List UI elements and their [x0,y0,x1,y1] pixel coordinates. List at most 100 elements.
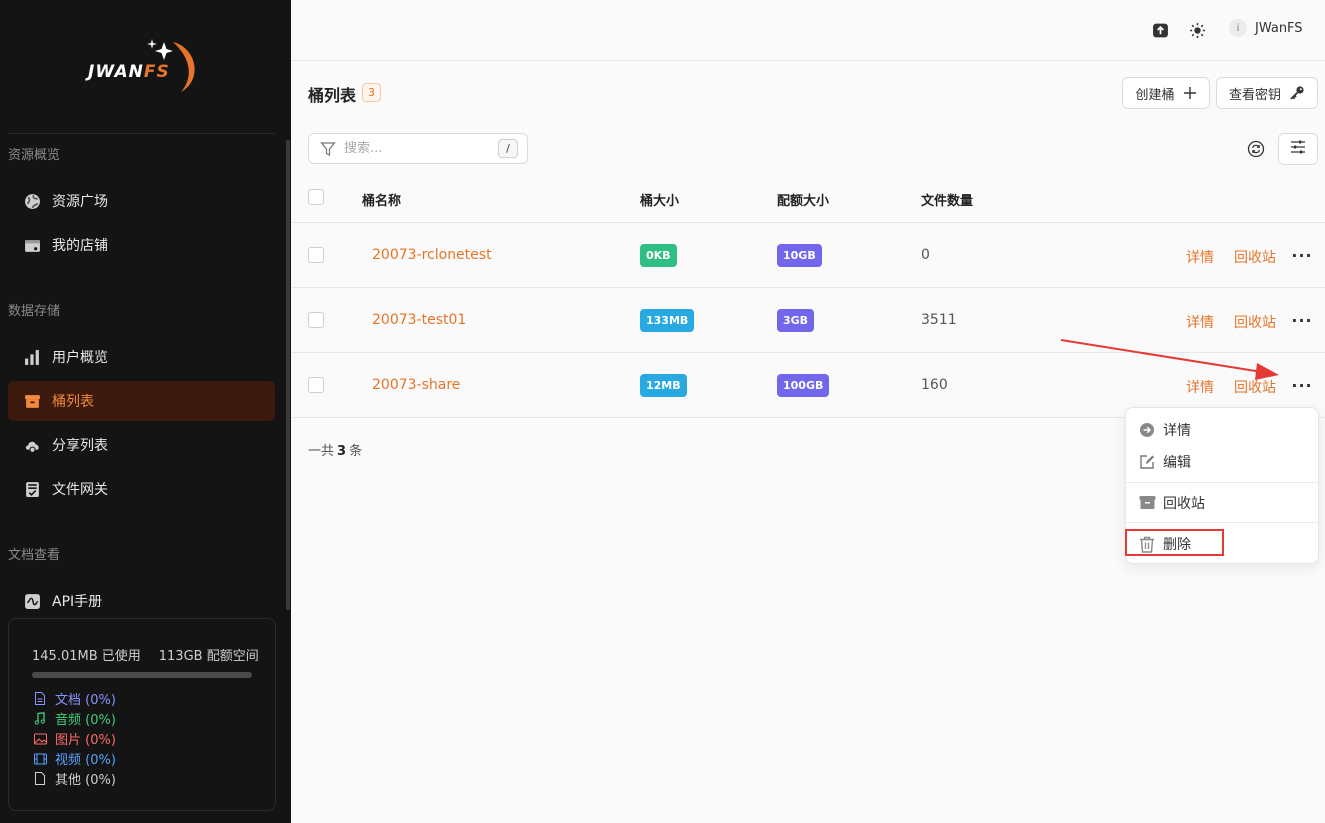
sidebar-item-resource-square[interactable]: 资源广场 [8,181,275,221]
recycle-bin-link[interactable]: 回收站 [1234,312,1276,332]
menu-divider [1126,522,1318,523]
detail-link[interactable]: 详情 [1186,377,1214,397]
search-input[interactable] [344,141,484,156]
row-checkbox[interactable] [308,377,324,393]
sidebar: JWANFS 资源概览 资源广场 我的店铺 数据存储 用户概览 桶列表 分享列表 [0,0,291,823]
menu-divider [1126,482,1318,483]
menu-item-edit[interactable]: 编辑 [1138,452,1191,472]
more-actions-icon[interactable]: ··· [1291,245,1311,265]
recycle-bin-link[interactable]: 回收站 [1234,247,1276,267]
section-title-overview: 资源概览 [8,148,61,163]
menu-item-label: 编辑 [1163,455,1191,471]
menu-item-label: 回收站 [1163,496,1205,512]
detail-link[interactable]: 详情 [1186,312,1214,332]
file-icon [33,772,47,786]
detail-link[interactable]: 详情 [1186,247,1214,267]
column-header-size[interactable]: 桶大小 [640,190,679,209]
bucket-count-badge: 3 [362,83,381,102]
table-row: 20073-test01 133MB 3GB 3511 详情 回收站 ··· [291,288,1325,353]
create-bucket-label: 创建桶 [1135,87,1175,103]
sidebar-item-label: 文件网关 [52,482,108,498]
top-bar: i JWanFS [291,0,1325,61]
storage-used: 145.01MB 已使用 [32,649,141,664]
storage-usage-card: 145.01MB 已使用 113GB 配额空间 文档 (0%) 音频 (0%) 图… [8,618,276,811]
table-row: 20073-rclonetest 0KB 10GB 0 详情 回收站 ··· [291,223,1325,288]
menu-item-detail[interactable]: 详情 [1138,420,1191,440]
column-header-quota[interactable]: 配额大小 [777,190,829,209]
menu-item-recycle-bin[interactable]: 回收站 [1138,493,1205,513]
sidebar-item-label: 我的店铺 [52,238,108,254]
sidebar-item-label: 用户概览 [52,350,108,366]
section-title-storage: 数据存储 [8,304,61,319]
more-actions-icon[interactable]: ··· [1291,310,1311,330]
storage-type-other: 其他 (0%) [33,769,116,788]
sidebar-divider [8,133,275,134]
image-icon [33,732,47,746]
total-count: 3 [337,444,347,459]
quota-size-tag: 3GB [777,309,815,332]
bucket-name-link[interactable]: 20073-share [372,377,460,393]
storage-progress-bar [32,672,252,678]
quota-size-tag: 100GB [777,374,830,397]
sidebar-item-bucket-list[interactable]: 桶列表 [8,381,275,421]
row-checkbox[interactable] [308,312,324,328]
storage-type-image: 图片 (0%) [33,729,116,748]
column-header-name[interactable]: 桶名称 [362,190,401,209]
sidebar-item-share-list[interactable]: 分享列表 [8,425,275,465]
bucket-name-link[interactable]: 20073-test01 [372,312,466,328]
sidebar-item-user-overview[interactable]: 用户概览 [8,337,275,377]
storage-type-document: 文档 (0%) [33,689,116,708]
sidebar-scrollbar[interactable] [286,140,290,610]
archive-icon [1138,494,1156,512]
sidebar-item-my-store[interactable]: 我的店铺 [8,225,275,265]
column-settings-button[interactable] [1278,133,1318,165]
avatar: i [1229,19,1247,37]
edit-icon [1138,453,1156,471]
table-header: 桶名称 桶大小 配额大小 文件数量 [291,172,1325,223]
pagination-total: 一共 3 条 [308,444,363,459]
user-menu[interactable]: i JWanFS [1229,19,1303,37]
file-count: 160 [921,377,948,393]
logo-text-accent: FS [143,62,170,82]
storage-type-video: 视频 (0%) [33,749,116,768]
store-icon [23,236,41,254]
create-bucket-button[interactable]: 创建桶 [1122,77,1210,109]
api-icon [23,592,41,610]
refresh-icon[interactable] [1246,139,1266,159]
file-count: 0 [921,247,930,263]
bucket-icon [23,392,41,410]
logo-text-main: JWAN [88,62,144,82]
column-header-file-count[interactable]: 文件数量 [921,190,973,209]
row-checkbox[interactable] [308,247,324,263]
key-icon [1289,85,1305,101]
cloud-share-icon [23,436,41,454]
sidebar-item-label: API手册 [52,594,103,610]
select-all-checkbox[interactable] [308,189,324,205]
view-key-label: 查看密钥 [1228,87,1281,103]
upload-icon[interactable] [1150,20,1170,40]
search-box[interactable]: / [308,133,528,164]
logo[interactable]: JWANFS [85,36,205,98]
storage-summary: 145.01MB 已使用 113GB 配额空间 [32,645,259,664]
music-icon [33,712,47,726]
sidebar-item-api-manual[interactable]: API手册 [8,581,275,621]
menu-item-label: 详情 [1163,423,1191,439]
globe-icon [23,192,41,210]
file-count: 3511 [921,312,957,328]
filter-icon [320,141,336,157]
recycle-bin-link[interactable]: 回收站 [1234,377,1276,397]
sidebar-item-file-gateway[interactable]: 文件网关 [8,469,275,509]
view-key-button[interactable]: 查看密钥 [1216,77,1318,109]
sidebar-item-label: 桶列表 [52,394,94,410]
sun-icon[interactable] [1187,20,1207,40]
highlight-box-delete [1125,529,1224,556]
storage-quota: 113GB 配额空间 [158,649,259,664]
video-icon [33,752,47,766]
more-actions-icon[interactable]: ··· [1291,375,1311,395]
bucket-name-link[interactable]: 20073-rclonetest [372,247,492,263]
username: JWanFS [1255,20,1303,36]
sliders-icon [1290,139,1306,159]
gateway-icon [23,480,41,498]
storage-type-audio: 音频 (0%) [33,709,116,728]
section-title-docs: 文档查看 [8,548,61,563]
